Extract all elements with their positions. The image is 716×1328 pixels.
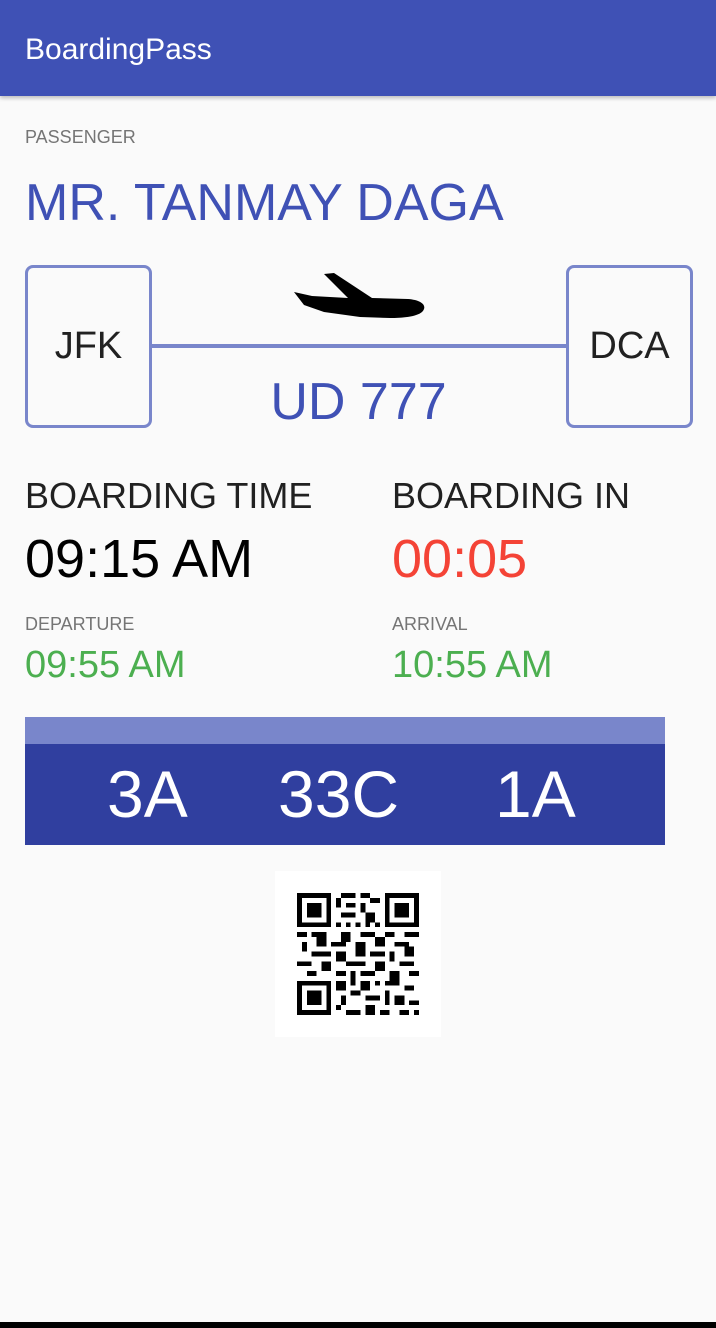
departure-time: 09:55 AM: [25, 644, 186, 686]
passenger-label: PASSENGER: [25, 127, 136, 147]
origin-airport-box: JFK: [25, 265, 152, 428]
destination-airport-box: DCA: [566, 265, 693, 428]
nav-edge: [0, 1322, 716, 1328]
destination-code: DCA: [589, 325, 670, 367]
flight-number: UD 777: [270, 373, 447, 431]
route-line: [151, 344, 566, 348]
boarding-time-value: 09:15 AM: [25, 529, 254, 589]
seat-bar-header: [25, 717, 665, 744]
arrival-time: 10:55 AM: [392, 644, 553, 686]
seat-bar: 3A 33C 1A: [25, 744, 665, 845]
boarding-countdown: 00:05: [392, 529, 528, 589]
qr-code: [297, 893, 419, 1015]
departure-label: DEPARTURE: [25, 614, 135, 634]
boarding-time-label: BOARDING TIME: [25, 475, 313, 516]
passenger-name: MR. TANMAY DAGA: [25, 174, 504, 232]
arrival-label: ARRIVAL: [392, 614, 468, 634]
seat-3: 1A: [495, 757, 576, 831]
boarding-in-label: BOARDING IN: [392, 475, 631, 516]
seat-2: 33C: [278, 757, 400, 831]
qr-code-card: [275, 871, 441, 1037]
app-title: BoardingPass: [25, 33, 212, 66]
seat-1: 3A: [107, 757, 188, 831]
origin-code: JFK: [54, 325, 123, 367]
airplane-icon: [294, 273, 425, 318]
app-bar: BoardingPass: [0, 0, 716, 96]
